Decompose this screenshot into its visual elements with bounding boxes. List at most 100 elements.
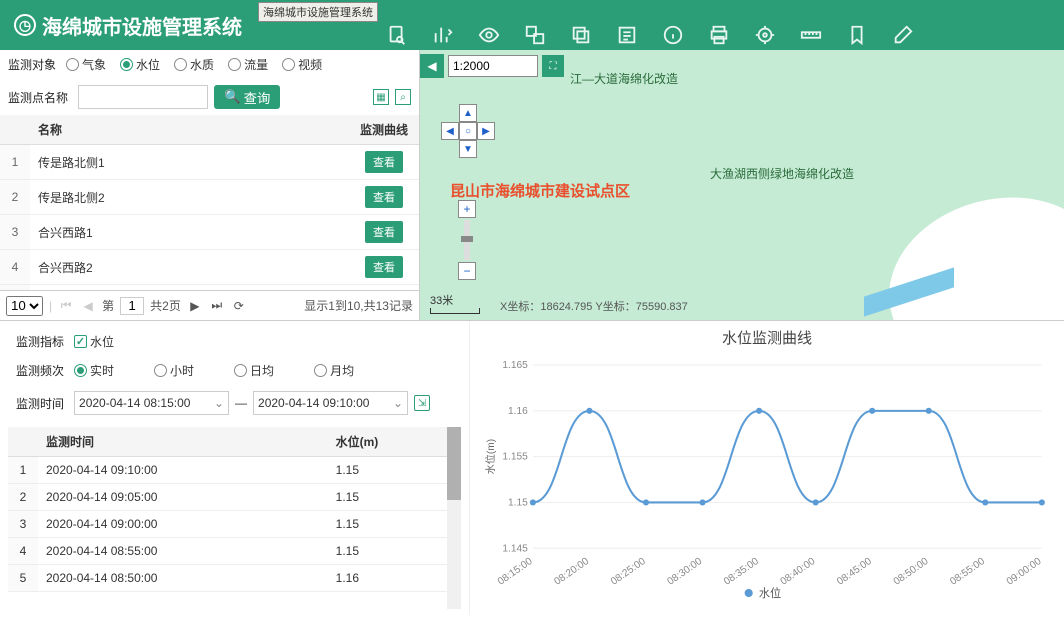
scrollbar-thumb[interactable]: [447, 427, 461, 500]
svg-text:08:25:00: 08:25:00: [609, 556, 648, 588]
svg-text:08:55:00: 08:55:00: [948, 556, 987, 588]
eraser-icon[interactable]: [892, 24, 914, 46]
svg-text:1.155: 1.155: [502, 452, 528, 463]
ruler-icon[interactable]: [800, 24, 822, 46]
coords-readout: X坐标：18624.795 Y坐标：75590.837: [500, 298, 688, 314]
stats-icon[interactable]: [432, 24, 454, 46]
pan-control: ▲ ◀ ○ ▶ ▼: [440, 104, 496, 158]
fullscreen-button[interactable]: ⛶: [542, 55, 564, 77]
translate-icon[interactable]: [524, 24, 546, 46]
map-label-1: 江—大道海绵化改造: [570, 70, 678, 87]
freq-label: 监测频次: [16, 362, 64, 379]
bookmark-icon[interactable]: [846, 24, 868, 46]
zoom-track[interactable]: [464, 220, 470, 260]
table-row[interactable]: 32020-04-14 09:00:001.15: [8, 511, 461, 538]
map-area[interactable]: ◀ ⛶ 江—大道海绵化改造 昆山市海绵城市建设试点区 大渔湖西侧绿地海绵化改造 …: [420, 50, 1064, 320]
view-button[interactable]: 查看: [365, 221, 403, 243]
target-radio-1[interactable]: 水位: [120, 56, 160, 73]
scale-input[interactable]: [448, 55, 538, 77]
freq-radio-3[interactable]: 月均: [314, 362, 354, 379]
page-size-select[interactable]: 10: [6, 296, 43, 316]
target-radio-2[interactable]: 水质: [174, 56, 214, 73]
pan-up-button[interactable]: ▲: [459, 104, 477, 122]
chart-panel: 水位监测曲线 1.1451.151.1551.161.165水位(m)08:15…: [470, 321, 1064, 615]
table-row[interactable]: 4合兴西路2查看: [0, 250, 419, 285]
line-chart: 1.1451.151.1551.161.165水位(m)08:15:0008:2…: [482, 352, 1052, 602]
zoom-control: + −: [458, 200, 476, 282]
export-button[interactable]: ⇲: [414, 395, 430, 411]
app-header: ◷ 海绵城市设施管理系统 海绵城市设施管理系统: [0, 0, 1064, 50]
prev-page-button[interactable]: ◀: [80, 298, 96, 314]
table-row[interactable]: 2传是路北侧2查看: [0, 180, 419, 215]
name-input[interactable]: [78, 85, 208, 109]
collapse-left-button[interactable]: ◀: [420, 54, 444, 78]
next-page-button[interactable]: ▶: [187, 298, 203, 314]
zoom-thumb[interactable]: [461, 236, 473, 242]
svg-text:水位: 水位: [759, 586, 781, 600]
target-radio-3[interactable]: 流量: [228, 56, 268, 73]
grid-tool-icons: ▦ ⌕: [373, 89, 411, 105]
reading-grid: 监测时间 水位(m) 12020-04-14 09:10:001.1522020…: [8, 427, 461, 609]
freq-radio-group: 实时 小时 日均 月均: [74, 362, 354, 379]
table-row[interactable]: 12020-04-14 09:10:001.15: [8, 457, 461, 484]
zoom-icon[interactable]: ⌕: [395, 89, 411, 105]
target-filter-row: 监测对象 气象水位水质流量视频: [0, 50, 419, 79]
svg-text:1.15: 1.15: [508, 498, 528, 509]
view-button[interactable]: 查看: [365, 186, 403, 208]
metric-checkbox[interactable]: 水位: [74, 333, 114, 350]
zoom-in-button[interactable]: +: [458, 200, 476, 218]
refresh-page-button[interactable]: ⟳: [231, 298, 247, 314]
target-icon[interactable]: [754, 24, 776, 46]
pan-right-button[interactable]: ▶: [477, 122, 495, 140]
search-doc-icon[interactable]: [386, 24, 408, 46]
first-page-button[interactable]: ⏮: [58, 298, 74, 314]
list-icon[interactable]: [616, 24, 638, 46]
radio-icon: [282, 58, 295, 71]
search-button[interactable]: 🔍 查询: [214, 85, 280, 109]
info-icon[interactable]: [662, 24, 684, 46]
target-radio-0[interactable]: 气象: [66, 56, 106, 73]
freq-radio-0[interactable]: 实时: [74, 362, 114, 379]
table-row[interactable]: 3合兴西路1查看: [0, 215, 419, 250]
zoom-out-button[interactable]: −: [458, 262, 476, 280]
table-row[interactable]: 22020-04-14 09:05:001.15: [8, 484, 461, 511]
radio-icon: [174, 58, 187, 71]
map-label-2: 大渔湖西侧绿地海绵化改造: [710, 165, 854, 182]
freq-radio-1[interactable]: 小时: [154, 362, 194, 379]
svg-text:水位(m): 水位(m): [484, 439, 497, 475]
view-button[interactable]: 查看: [365, 151, 403, 173]
col-time: 监测时间: [38, 427, 328, 457]
print-icon[interactable]: [708, 24, 730, 46]
name-filter-row: 监测点名称 🔍 查询 ▦ ⌕: [0, 79, 419, 115]
svg-text:08:40:00: 08:40:00: [779, 556, 818, 588]
table-row[interactable]: 1传是路北侧1查看: [0, 145, 419, 180]
svg-text:1.165: 1.165: [502, 360, 528, 371]
target-radio-4[interactable]: 视频: [282, 56, 322, 73]
pan-left-button[interactable]: ◀: [441, 122, 459, 140]
col-curve: 监测曲线: [349, 115, 419, 145]
radio-icon: [228, 58, 241, 71]
svg-text:08:15:00: 08:15:00: [496, 556, 535, 588]
svg-text:08:30:00: 08:30:00: [666, 556, 705, 588]
pan-down-button[interactable]: ▼: [459, 140, 477, 158]
copy-icon[interactable]: [570, 24, 592, 46]
start-time-input[interactable]: 2020-04-14 08:15:00: [74, 391, 229, 415]
grid-icon[interactable]: ▦: [373, 89, 389, 105]
target-label: 监测对象: [8, 56, 56, 73]
time-label: 监测时间: [16, 395, 64, 412]
vertical-scrollbar[interactable]: [447, 427, 461, 609]
target-radio-group: 气象水位水质流量视频: [66, 56, 322, 73]
detail-panel: 监测指标 水位 监测频次 实时小时日均月均 监测时间 2020-04-14 08…: [0, 321, 470, 615]
table-row[interactable]: 52020-04-14 08:50:001.16: [8, 565, 461, 592]
col-name: 名称: [30, 115, 349, 145]
last-page-button[interactable]: ⏭: [209, 298, 225, 314]
freq-radio-2[interactable]: 日均: [234, 362, 274, 379]
svg-text:08:45:00: 08:45:00: [835, 556, 874, 588]
end-time-input[interactable]: 2020-04-14 09:10:00: [253, 391, 408, 415]
table-row[interactable]: 42020-04-14 08:55:001.15: [8, 538, 461, 565]
page-input[interactable]: [120, 297, 144, 315]
eye-icon[interactable]: [478, 24, 500, 46]
radio-icon: [120, 58, 133, 71]
pan-center-button[interactable]: ○: [459, 122, 477, 140]
view-button[interactable]: 查看: [365, 256, 403, 278]
